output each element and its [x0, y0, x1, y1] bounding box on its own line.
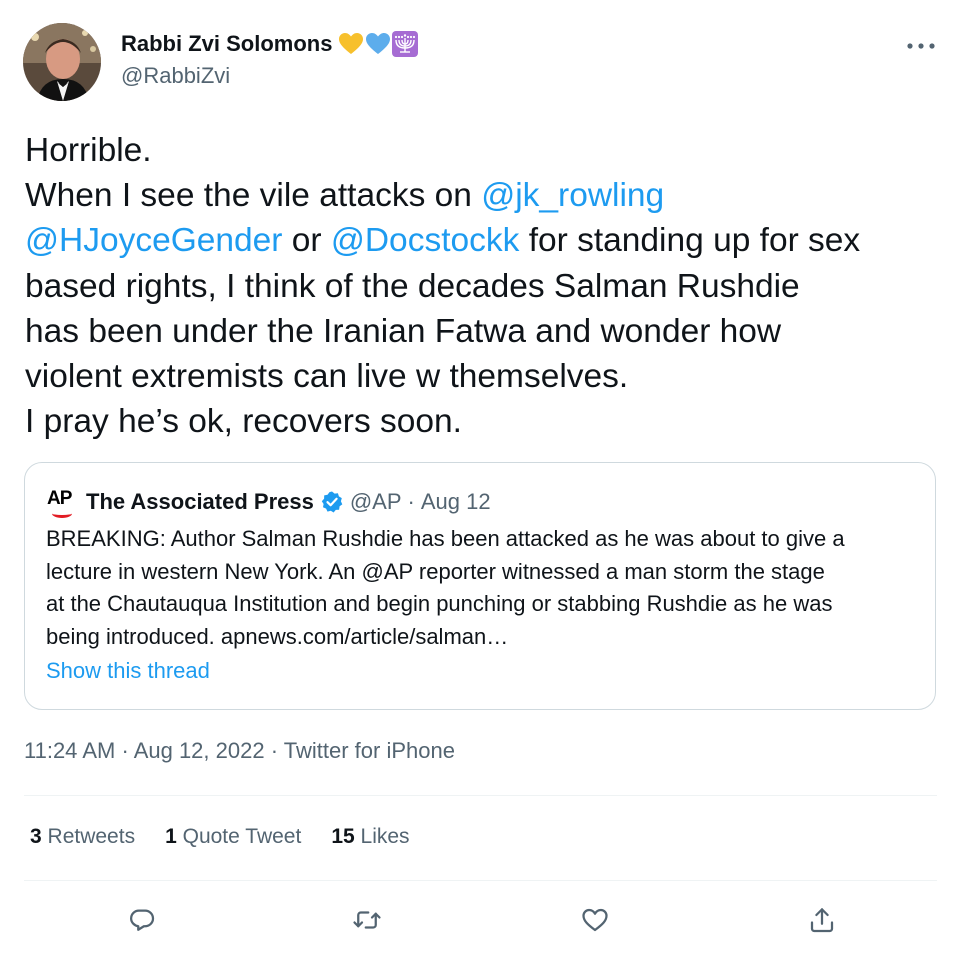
quoted-tweet-card[interactable]: AP The Associated Press @AP · Aug 12 BRE… — [24, 462, 936, 710]
more-icon — [907, 43, 935, 49]
tweet-date[interactable]: Aug 12, 2022 — [134, 738, 265, 763]
share-button[interactable] — [805, 903, 839, 937]
tweet-source[interactable]: Twitter for iPhone — [284, 738, 455, 763]
author-name[interactable]: Rabbi Zvi Solomons — [121, 31, 419, 57]
tweet-text-line: has been under the Iranian Fatwa and won… — [25, 309, 960, 354]
blue-heart-icon — [366, 33, 391, 54]
share-icon — [810, 908, 834, 933]
tweet-text-line: @HJoyceGender or @Docstockk for standing… — [25, 218, 960, 263]
reply-icon — [130, 909, 155, 931]
reply-button[interactable] — [125, 903, 159, 937]
avatar[interactable] — [23, 23, 101, 101]
quoted-text-line: lecture in western New York. An @AP repo… — [46, 558, 825, 584]
tweet-text-line: violent extremists can live w themselves… — [25, 354, 960, 399]
retweet-button[interactable] — [350, 903, 384, 937]
tweet-text-segment: I pray he’s ok, recovers soon. — [25, 403, 462, 441]
name-badges — [338, 31, 419, 57]
tweet-timestamp: 11:24 AM · Aug 12, 2022 · Twitter for iP… — [24, 738, 455, 764]
quote-tweets-stat[interactable]: 1 Quote Tweet — [165, 825, 301, 849]
likes-count: 15 — [331, 825, 355, 848]
menorah-icon — [392, 31, 419, 57]
retweets-label: Retweets — [47, 825, 136, 848]
tweet-text-line: Horrible. — [25, 128, 960, 173]
quoted-text-line: BREAKING: Author Salman Rushdie has been… — [46, 526, 845, 551]
mention-link[interactable]: @Docstockk — [331, 222, 520, 259]
quoted-meta-separator: · — [407, 489, 415, 514]
quoted-text-line: being introduced. apnews.com/article/sal… — [46, 623, 509, 649]
tweet-text-segment: for standing up for sex — [519, 222, 861, 260]
quoted-tweet-date[interactable]: Aug 12 — [421, 489, 491, 515]
tweet-text-line: When I see the vile attacks on @jk_rowli… — [25, 173, 960, 218]
quoted-author-handle[interactable]: @AP — [350, 489, 402, 515]
tweet-text-segment: or — [282, 222, 331, 260]
likes-stat[interactable]: 15 Likes — [331, 825, 409, 849]
tweet-text: Horrible. When I see the vile attacks on … — [25, 128, 960, 444]
tweet-text-segment: Horrible. — [25, 132, 152, 169]
likes-label: Likes — [360, 825, 410, 848]
mention-link[interactable]: @HJoyceGender — [25, 222, 282, 259]
timestamp-separator: · — [270, 738, 279, 763]
quoted-tweet-header: AP The Associated Press @AP · Aug 12 — [47, 487, 491, 518]
quoted-author-name[interactable]: The Associated Press — [86, 489, 314, 515]
engagement-stats: 3 Retweets 1 Quote Tweet 15 Likes — [30, 825, 440, 849]
more-options-button[interactable] — [904, 36, 938, 56]
tweet-text-segment: has been under the Iranian Fatwa and won… — [25, 312, 782, 350]
author-handle[interactable]: @RabbiZvi — [121, 63, 230, 89]
tweet-time[interactable]: 11:24 AM — [24, 738, 115, 763]
quoted-tweet-text: BREAKING: Author Salman Rushdie has been… — [46, 523, 926, 653]
like-button[interactable] — [578, 903, 612, 937]
tweet-text-line: I pray he’s ok, recovers soon. — [25, 399, 960, 444]
tweet-text-line: based rights, I think of the decades Sal… — [25, 264, 960, 309]
quote-tweets-label: Quote Tweet — [182, 825, 302, 848]
tweet-text-segment: based rights, I think of the decades Sal… — [25, 267, 800, 305]
retweets-count: 3 — [30, 825, 42, 848]
author-name-text[interactable]: Rabbi Zvi Solomons — [121, 31, 332, 57]
ap-logo-swoosh — [52, 509, 72, 518]
ap-avatar[interactable]: AP — [47, 487, 77, 518]
verified-badge-icon — [321, 491, 343, 513]
tweet-text-segment: When I see the vile attacks on — [25, 177, 482, 215]
retweets-stat[interactable]: 3 Retweets — [30, 825, 135, 849]
timestamp-separator: · — [121, 738, 129, 763]
show-thread-link[interactable]: Show this thread — [46, 658, 210, 684]
mention-link[interactable]: @jk_rowling — [481, 177, 664, 214]
ap-logo-text: AP — [47, 488, 72, 509]
tweet-text-segment: violent extremists can live w themselves… — [25, 358, 629, 396]
yellow-heart-icon — [339, 33, 364, 54]
like-icon — [582, 908, 608, 932]
divider — [24, 795, 937, 796]
quote-tweets-count: 1 — [165, 825, 177, 848]
retweet-icon — [353, 911, 381, 929]
divider — [24, 880, 937, 881]
quoted-text-line: at the Chautauqua Institution and begin … — [46, 591, 833, 616]
